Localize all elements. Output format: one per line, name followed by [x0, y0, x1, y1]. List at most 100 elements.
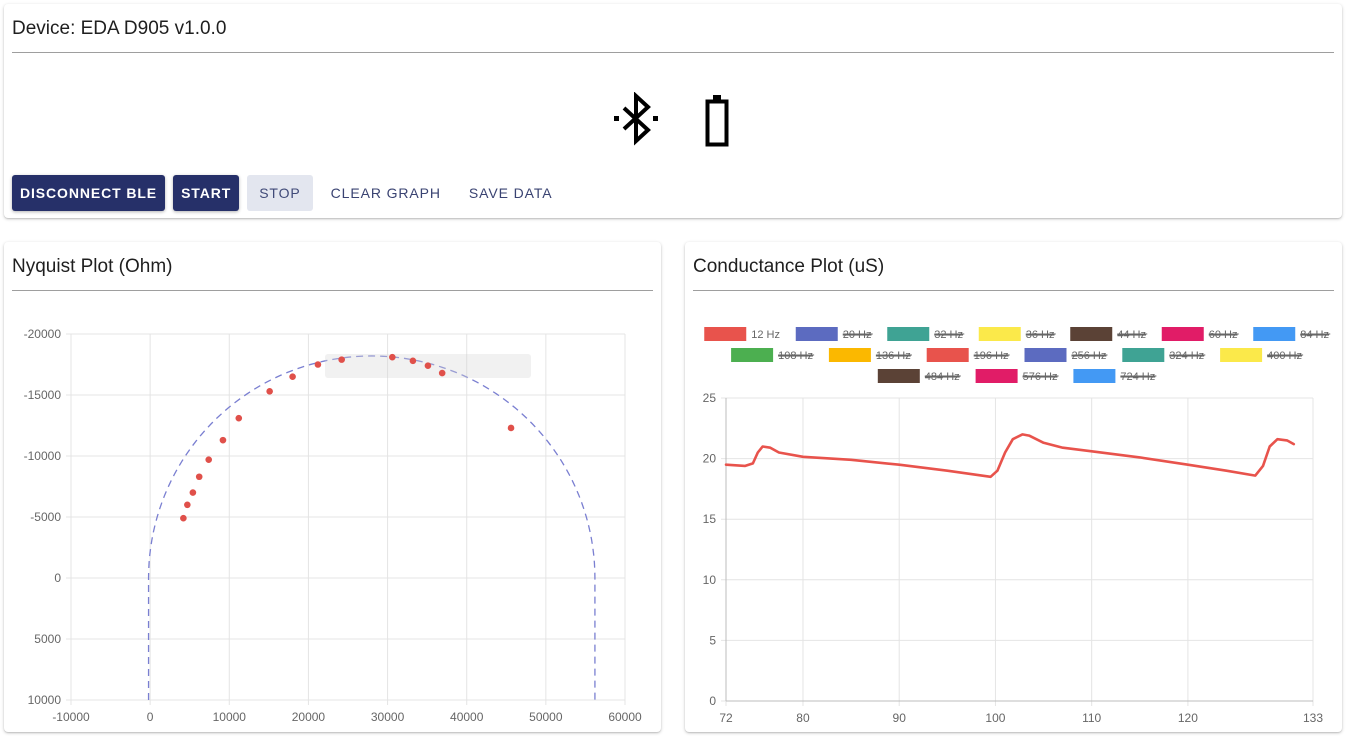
- legend-item[interactable]: 12 Hz: [704, 327, 780, 341]
- legend-label: 84 Hz: [1300, 329, 1329, 341]
- legend-label: 136 Hz: [876, 350, 911, 362]
- nyquist-card: Nyquist Plot (Ohm) -10000 0 10000 20000 3000…: [4, 242, 661, 732]
- legend-swatch: [1161, 327, 1204, 341]
- data-point: [219, 436, 227, 444]
- data-point: [314, 361, 322, 368]
- y-tick-label: 25: [703, 391, 717, 405]
- x-tick-label: 110: [1082, 711, 1101, 725]
- x-tick-label: 120: [1178, 711, 1198, 725]
- legend-item[interactable]: 724 Hz: [1073, 369, 1157, 383]
- x-tick-label: 90: [893, 711, 907, 725]
- y-tick-label: -15000: [24, 388, 62, 402]
- legend-item[interactable]: 324 Hz: [1122, 348, 1206, 362]
- legend-swatch: [731, 348, 774, 362]
- legend-swatch: [1122, 348, 1165, 362]
- legend-label: 324 Hz: [1169, 350, 1204, 362]
- bluetooth-connected-icon: [614, 92, 658, 146]
- fit-curve: [147, 355, 596, 700]
- data-point: [289, 373, 296, 380]
- data-point: [389, 353, 396, 361]
- legend-swatch: [1070, 327, 1113, 341]
- legend-swatch: [1073, 369, 1116, 383]
- legend-label: 36 Hz: [1026, 329, 1055, 341]
- legend-swatch: [926, 348, 969, 362]
- x-tick-label: 10000: [213, 710, 247, 724]
- y-tick-label: 10: [703, 573, 717, 587]
- y-tick-label: -5000: [30, 510, 61, 524]
- x-tick-label: 20000: [292, 710, 326, 724]
- x-tick-label: 30000: [371, 710, 405, 724]
- conductance-chart[interactable]: 12 Hz 20 Hz 32 Hz 36 Hz 44 Hz 60 Hz 84 Hz 108 H…: [685, 242, 1342, 732]
- data-point: [189, 489, 197, 496]
- legend-swatch: [1253, 327, 1296, 341]
- x-tick-label: 133: [1303, 711, 1323, 725]
- device-title: Device: EDA D905 v1.0.0: [12, 4, 1334, 53]
- legend-item[interactable]: 44 Hz: [1070, 327, 1148, 341]
- data-point: [205, 456, 213, 463]
- start-button[interactable]: START: [173, 175, 240, 211]
- data-point: [195, 473, 203, 481]
- legend-swatch: [887, 327, 930, 341]
- y-tick-label: -10000: [24, 449, 62, 463]
- x-tick-label: 0: [147, 710, 154, 724]
- y-tick-label: 15: [703, 512, 717, 526]
- legend-item[interactable]: 60 Hz: [1161, 327, 1239, 341]
- save-data-button[interactable]: SAVE DATA: [459, 175, 563, 211]
- legend-swatch: [978, 327, 1021, 341]
- legend-item[interactable]: 400 Hz: [1220, 348, 1304, 362]
- legend-item[interactable]: 84 Hz: [1253, 327, 1331, 341]
- legend-label: 108 Hz: [778, 350, 813, 362]
- disconnect-ble-button[interactable]: DISCONNECT BLE: [12, 175, 166, 211]
- data-point: [338, 356, 345, 363]
- legend-label: 576 Hz: [1023, 371, 1058, 383]
- legend-label: 32 Hz: [934, 329, 963, 341]
- legend-item[interactable]: 20 Hz: [795, 327, 873, 341]
- legend-item[interactable]: 136 Hz: [828, 348, 912, 362]
- legend-item[interactable]: 196 Hz: [926, 348, 1010, 362]
- x-tick-label: 60000: [608, 710, 642, 724]
- data-point: [266, 388, 273, 395]
- legend-item[interactable]: 36 Hz: [978, 327, 1056, 341]
- legend-label: 400 Hz: [1267, 350, 1302, 362]
- legend-item[interactable]: 108 Hz: [731, 348, 815, 362]
- nyquist-chart[interactable]: -10000 0 10000 20000 30000 40000 50000 60000-20…: [4, 242, 661, 732]
- y-tick-label: 5000: [34, 632, 61, 646]
- x-tick-label: 72: [719, 711, 733, 725]
- legend-label: 12 Hz: [751, 329, 780, 341]
- legend-swatch: [877, 369, 920, 383]
- legend-swatch: [975, 369, 1018, 383]
- legend-label: 484 Hz: [925, 371, 960, 383]
- x-tick-label: -10000: [52, 710, 90, 724]
- x-tick-label: 40000: [450, 710, 484, 724]
- battery-icon: [705, 95, 729, 147]
- data-point: [409, 357, 417, 365]
- legend-swatch: [1024, 348, 1067, 362]
- legend-label: 256 Hz: [1072, 350, 1107, 362]
- control-buttons: DISCONNECT BLE START STOP CLEAR GRAPH SA…: [12, 175, 562, 211]
- data-point: [180, 514, 187, 522]
- legend-swatch: [828, 348, 871, 362]
- x-tick-label: 100: [985, 711, 1005, 725]
- legend-label: 20 Hz: [843, 329, 872, 341]
- legend-label: 196 Hz: [974, 350, 1009, 362]
- y-tick-label: 0: [54, 571, 61, 585]
- legend-label: 44 Hz: [1117, 329, 1146, 341]
- x-tick-label: 80: [796, 711, 810, 725]
- y-tick-label: 20: [703, 452, 717, 466]
- clear-graph-button[interactable]: CLEAR GRAPH: [321, 175, 451, 211]
- legend-item[interactable]: 484 Hz: [877, 369, 961, 383]
- data-point: [235, 414, 243, 422]
- legend-item[interactable]: 576 Hz: [975, 369, 1059, 383]
- device-card: Device: EDA D905 v1.0.0 DISCONNECT BLE S…: [4, 4, 1342, 218]
- x-tick-label: 50000: [529, 710, 563, 724]
- y-tick-label: 5: [709, 633, 716, 647]
- data-point: [507, 424, 515, 432]
- legend-item[interactable]: 256 Hz: [1024, 348, 1108, 362]
- series-line: [724, 433, 1296, 479]
- legend-swatch: [1220, 348, 1263, 362]
- y-tick-label: -20000: [24, 327, 62, 341]
- legend-item[interactable]: 32 Hz: [887, 327, 965, 341]
- legend-swatch: [795, 327, 838, 341]
- stop-button[interactable]: STOP: [247, 175, 313, 211]
- status-icons: [608, 92, 748, 152]
